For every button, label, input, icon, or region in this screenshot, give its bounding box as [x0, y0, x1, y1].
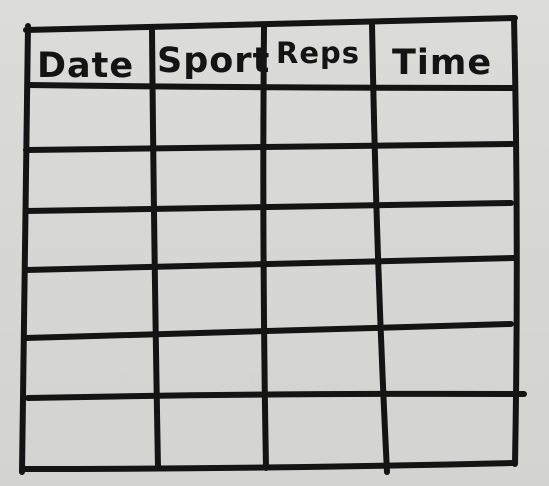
column-divider — [149, 27, 161, 471]
header-date: Date — [37, 46, 134, 86]
table-left-border — [19, 23, 31, 475]
row-divider — [23, 255, 517, 273]
header-time: Time — [392, 43, 492, 83]
column-divider — [369, 21, 390, 475]
header-sport: Sport — [157, 41, 270, 81]
row-divider — [23, 321, 514, 341]
row-divider — [25, 390, 527, 401]
table-top-border — [23, 15, 518, 33]
header-reps: Reps — [276, 36, 360, 70]
hand-drawn-table: Date Sport Reps Time — [19, 15, 527, 475]
hand-drawn-table-photo: Date Sport Reps Time — [0, 0, 549, 486]
row-divider — [23, 200, 514, 214]
column-divider — [260, 23, 269, 471]
table-right-border — [511, 15, 520, 467]
row-divider — [23, 141, 515, 153]
